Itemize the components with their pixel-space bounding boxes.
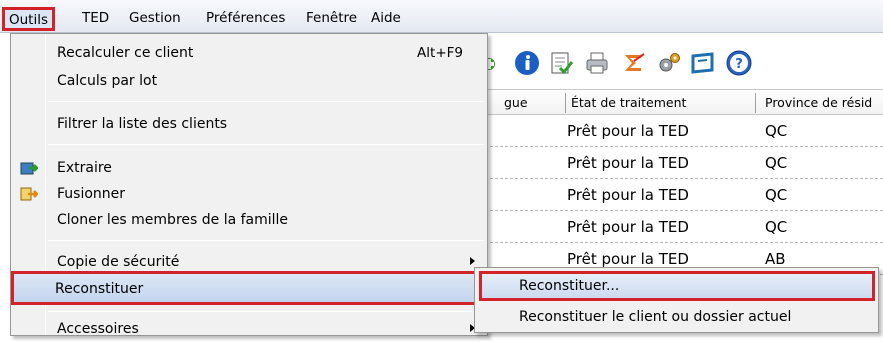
menu-item-reconstituer[interactable]: Reconstituer xyxy=(11,271,489,305)
province-cell: QC xyxy=(765,218,788,236)
column-header-tongue[interactable]: gue xyxy=(504,94,528,112)
status-cell: Prêt pour la TED xyxy=(567,186,689,204)
menu-separator xyxy=(48,240,484,241)
svg-text:?: ? xyxy=(735,57,743,72)
table-row[interactable]: Prêt pour la TED QC xyxy=(470,116,883,147)
column-header-status[interactable]: État de traitement xyxy=(571,94,686,112)
toolbar: ? xyxy=(474,46,874,78)
menu-item-label: Filtrer la liste des clients xyxy=(57,116,228,132)
menu-separator xyxy=(48,144,484,145)
status-cell: Prêt pour la TED xyxy=(567,218,689,236)
submenu-item-reconstituer[interactable]: Reconstituer... xyxy=(479,271,875,301)
menu-item-fusionner[interactable]: Fusionner xyxy=(13,181,485,207)
menu-ted[interactable]: TED xyxy=(76,8,115,28)
merge-icon xyxy=(20,186,39,202)
column-separator[interactable] xyxy=(565,93,566,113)
menu-item-label: Copie de sécurité xyxy=(57,254,180,270)
province-cell: QC xyxy=(765,154,788,172)
gears-icon[interactable] xyxy=(656,50,682,76)
menu-outils[interactable]: Outils xyxy=(2,7,56,31)
column-separator[interactable] xyxy=(755,93,756,113)
menu-item-filtrer[interactable]: Filtrer la liste des clients xyxy=(13,111,485,137)
menu-item-calculs-par-lot[interactable]: Calculs par lot xyxy=(13,68,485,94)
menu-item-label: Cloner les membres de la famille xyxy=(57,212,289,228)
checklist-icon[interactable] xyxy=(548,50,574,76)
info-icon[interactable] xyxy=(514,50,540,76)
menu-item-label: Reconstituer xyxy=(55,281,144,297)
menu-item-shortcut: Alt+F9 xyxy=(417,45,463,61)
province-cell: AB xyxy=(765,250,786,268)
table-row[interactable]: Prêt pour la TED QC xyxy=(470,180,883,211)
menu-item-recalculer[interactable]: Recalculer ce client Alt+F9 xyxy=(13,40,485,66)
menu-item-label: Reconstituer le client ou dossier actuel xyxy=(519,309,792,325)
status-cell: Prêt pour la TED xyxy=(567,122,689,140)
reconstituer-submenu: Reconstituer... Reconstituer le client o… xyxy=(474,267,879,333)
menu-fenetre[interactable]: Fenêtre xyxy=(300,8,363,28)
help-icon[interactable]: ? xyxy=(726,50,752,76)
menu-item-label: Extraire xyxy=(57,160,112,176)
table-row[interactable]: Prêt pour la TED QC xyxy=(470,148,883,179)
sigma-icon[interactable] xyxy=(620,50,646,76)
menu-item-extraire[interactable]: Extraire xyxy=(13,155,485,181)
menu-item-label: Reconstituer... xyxy=(519,278,620,294)
column-header-province[interactable]: Province de résid xyxy=(765,94,872,112)
outils-menu: Recalculer ce client Alt+F9 Calculs par … xyxy=(10,33,489,337)
menu-separator xyxy=(48,101,484,102)
menu-item-label: Recalculer ce client xyxy=(57,45,194,61)
submenu-item-reconstituer-actuel[interactable]: Reconstituer le client ou dossier actuel xyxy=(479,303,875,331)
menu-separator xyxy=(48,311,484,312)
menu-preferences[interactable]: Préférences xyxy=(200,8,291,28)
grid-header: gue État de traitement Province de résid xyxy=(470,89,883,115)
status-cell: Prêt pour la TED xyxy=(567,250,689,268)
menu-bar: Outils TED Gestion Préférences Fenêtre A… xyxy=(0,0,883,33)
menu-gestion[interactable]: Gestion xyxy=(123,8,187,28)
province-cell: QC xyxy=(765,186,788,204)
menu-aide[interactable]: Aide xyxy=(365,8,407,28)
extract-icon xyxy=(20,160,39,176)
status-cell: Prêt pour la TED xyxy=(567,154,689,172)
menu-item-accessoires[interactable]: Accessoires xyxy=(13,316,485,342)
menu-item-label: Calculs par lot xyxy=(57,73,158,89)
printer-icon[interactable] xyxy=(584,50,610,76)
menu-item-label: Accessoires xyxy=(57,321,139,337)
window-icon[interactable] xyxy=(690,50,716,76)
menu-item-label: Fusionner xyxy=(57,186,126,202)
province-cell: QC xyxy=(765,122,788,140)
table-row[interactable]: Prêt pour la TED QC xyxy=(470,212,883,243)
menu-item-cloner[interactable]: Cloner les membres de la famille xyxy=(13,207,485,233)
submenu-arrow-icon xyxy=(470,257,475,265)
